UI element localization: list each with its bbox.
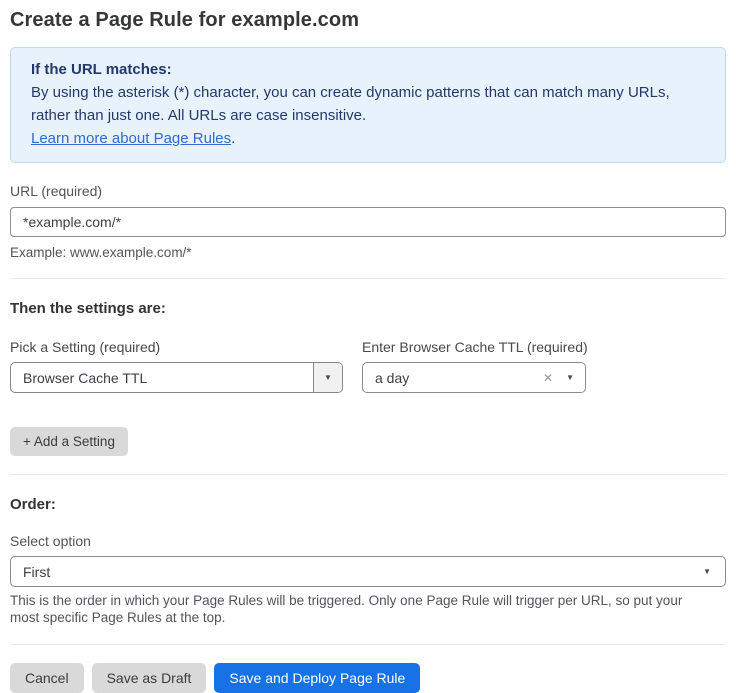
info-box-body-line-2: rather than just one. All URLs are case …: [31, 104, 705, 127]
clear-icon[interactable]: ✕: [543, 372, 553, 384]
info-box-body-line-1: By using the asterisk (*) character, you…: [31, 81, 705, 104]
order-helper-line-1: This is the order in which your Page Rul…: [10, 593, 726, 610]
divider: [10, 644, 726, 645]
ttl-select[interactable]: a day ✕ ▼: [362, 362, 586, 393]
url-field-label: URL (required): [10, 183, 726, 199]
learn-more-link[interactable]: Learn more about Page Rules: [31, 130, 231, 147]
ttl-column: Enter Browser Cache TTL (required) a day…: [362, 339, 607, 393]
create-page-rule-form: Create a Page Rule for example.com If th…: [0, 0, 736, 693]
link-suffix-text: .: [231, 130, 235, 147]
order-helper-text: This is the order in which your Page Rul…: [10, 593, 726, 626]
save-as-draft-button[interactable]: Save as Draft: [92, 663, 207, 693]
info-box-link-row: Learn more about Page Rules.: [31, 127, 705, 150]
order-section-heading: Order:: [10, 496, 726, 513]
setting-select[interactable]: Browser Cache TTL ▼: [10, 362, 343, 393]
divider: [10, 278, 726, 279]
form-actions: Cancel Save as Draft Save and Deploy Pag…: [10, 663, 726, 693]
settings-row: Pick a Setting (required) Browser Cache …: [10, 339, 726, 393]
page-title: Create a Page Rule for example.com: [10, 9, 726, 32]
ttl-select-value: a day: [375, 370, 543, 386]
url-match-info-box: If the URL matches: By using the asteris…: [10, 47, 726, 163]
chevron-down-icon: ▼: [703, 568, 711, 576]
add-setting-button[interactable]: + Add a Setting: [10, 427, 128, 456]
ttl-select-label: Enter Browser Cache TTL (required): [362, 339, 607, 355]
order-select-label: Select option: [10, 533, 726, 549]
setting-select-arrow-button[interactable]: ▼: [313, 363, 342, 392]
info-box-heading: If the URL matches:: [31, 58, 705, 81]
settings-section-heading: Then the settings are:: [10, 300, 726, 317]
url-example-helper: Example: www.example.com/*: [10, 245, 726, 260]
order-select[interactable]: First ▼: [10, 556, 726, 587]
url-input[interactable]: [10, 207, 726, 237]
setting-select-value: Browser Cache TTL: [11, 370, 313, 386]
setting-select-label: Pick a Setting (required): [10, 339, 343, 355]
cancel-button[interactable]: Cancel: [10, 663, 84, 693]
chevron-down-icon: ▼: [324, 374, 332, 382]
order-select-value: First: [23, 564, 703, 580]
divider: [10, 474, 726, 475]
chevron-down-icon: ▼: [566, 374, 574, 382]
save-and-deploy-button[interactable]: Save and Deploy Page Rule: [214, 663, 420, 693]
order-helper-line-2: most specific Page Rules at the top.: [10, 610, 726, 627]
setting-column: Pick a Setting (required) Browser Cache …: [10, 339, 343, 393]
